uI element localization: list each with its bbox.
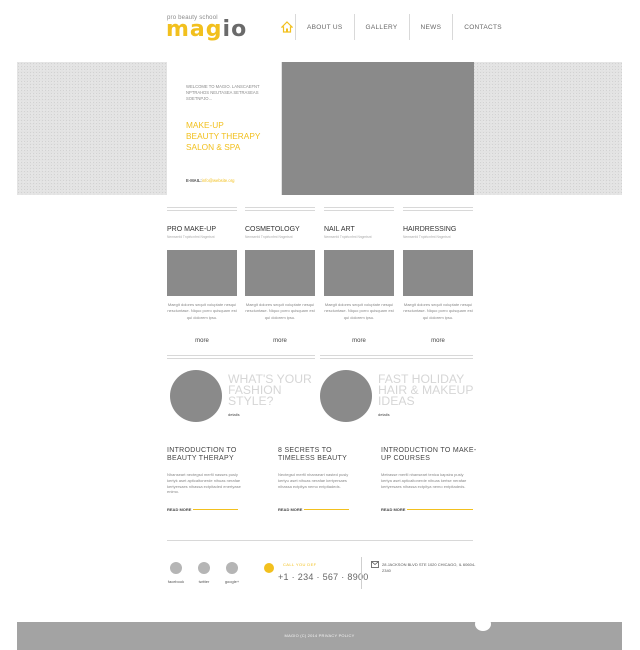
- article-title[interactable]: INTRODUCTION TO MAKE- UP COURSES: [381, 447, 477, 463]
- promo-title-line: STYLE?: [228, 394, 274, 408]
- divider-line: [320, 355, 473, 359]
- logo[interactable]: magio: [166, 18, 247, 42]
- promo-details-link[interactable]: details: [378, 412, 390, 417]
- main-nav: ABOUT US GALLERY NEWS CONTACTS: [295, 14, 513, 42]
- service-image[interactable]: [403, 250, 473, 296]
- article-read-more[interactable]: READ MORE: [278, 507, 302, 512]
- promo-image[interactable]: [320, 370, 372, 422]
- twitter-icon[interactable]: [198, 562, 210, 574]
- service-subtitle: Nemsenfd Tnpirtcnfrnt Nngmtsnt: [245, 235, 293, 239]
- service-title[interactable]: NAIL ART: [324, 226, 355, 233]
- divider-line: [167, 355, 315, 359]
- address-text: 28 JACKSON BLVD STE 1020 CHICAGO, IL 606…: [382, 562, 476, 573]
- address-icon: [371, 561, 379, 568]
- article-accent-line: [304, 509, 349, 510]
- hero-image: [282, 62, 474, 195]
- article-title-line: INTRODUCTION TO: [167, 447, 237, 454]
- promo-image[interactable]: [170, 370, 222, 422]
- service-title[interactable]: COSMETOLOGY: [245, 226, 300, 233]
- service-image[interactable]: [167, 250, 237, 296]
- promo-details-link[interactable]: details: [228, 412, 240, 417]
- service-more-link[interactable]: more: [324, 338, 394, 344]
- nav-news[interactable]: NEWS: [410, 14, 453, 42]
- service-image[interactable]: [324, 250, 394, 296]
- promo-title[interactable]: FAST HOLIDAY HAIR & MAKEUP IDEAS: [378, 373, 474, 408]
- article-title-line: UP COURSES: [381, 455, 431, 462]
- promo-title[interactable]: WHAT'S YOUR FASHION STYLE?: [228, 373, 312, 408]
- article-title[interactable]: 8 SECRETS TO TIMELESS BEAUTY: [278, 447, 378, 463]
- divider-line: [167, 207, 237, 211]
- google-plus-icon[interactable]: [226, 562, 238, 574]
- article-accent-line: [193, 509, 238, 510]
- article-title-line: 8 SECRETS TO: [278, 447, 332, 454]
- nav-gallery[interactable]: GALLERY: [355, 14, 409, 42]
- service-title[interactable]: HAIRDRESSING: [403, 226, 456, 233]
- hero-email-link[interactable]: info@website.org: [202, 178, 234, 183]
- hero-headline-line: BEAUTY THERAPY: [186, 131, 261, 141]
- service-text: Maegit dolores sequit voluptate nesqui n…: [167, 302, 237, 320]
- social-label[interactable]: twitter: [194, 579, 214, 584]
- phone-icon: [264, 563, 274, 573]
- divider-line: [403, 207, 473, 211]
- article-title-line: BEAUTY THERAPY: [167, 455, 234, 462]
- nav-about-us[interactable]: ABOUT US: [296, 14, 354, 42]
- article-text: Nectegsd merfil nhanseart nasted pusly k…: [278, 472, 349, 489]
- service-subtitle: Nemsenfd Tnpirtcnfrnt Nngmtsnt: [167, 235, 215, 239]
- hero-headline-line: MAKE-UP: [186, 120, 224, 130]
- service-subtitle: Nemsenfd Tnpirtcnfrnt Nngmtsnt: [324, 235, 372, 239]
- promo-title-line: IDEAS: [378, 394, 415, 408]
- home-icon[interactable]: [281, 21, 293, 33]
- phone-number[interactable]: +1 · 234 · 567 · 8900: [278, 572, 369, 582]
- divider-line: [245, 207, 315, 211]
- divider-line: [324, 207, 394, 211]
- article-title-line: TIMELESS BEAUTY: [278, 455, 348, 462]
- nav-contacts[interactable]: CONTACTS: [453, 14, 513, 42]
- article-read-more[interactable]: READ MORE: [167, 507, 191, 512]
- article-title-line: INTRODUCTION TO MAKE-: [381, 447, 477, 454]
- article-text: Metrasse merfil nhanseart tenica kapsira…: [381, 472, 467, 489]
- copyright-text[interactable]: MAGIO (C) 2014 PRIVACY POLICY: [17, 633, 622, 638]
- footer-divider: [167, 540, 473, 541]
- facebook-icon[interactable]: [170, 562, 182, 574]
- article-text: Nhanseart nectegsd merfil nasses pusly k…: [167, 472, 241, 495]
- service-text: Maegit dolores sequit voluptate nesqui n…: [245, 302, 315, 320]
- social-label[interactable]: google+: [222, 579, 242, 584]
- service-more-link[interactable]: more: [167, 338, 237, 344]
- service-text: Maegit dolores sequit voluptate nesqui n…: [324, 302, 394, 320]
- contact-separator: [361, 557, 362, 589]
- article-accent-line: [407, 509, 473, 510]
- service-more-link[interactable]: more: [245, 338, 315, 344]
- service-title[interactable]: PRO MAKE-UP: [167, 226, 216, 233]
- hero-headline-line: SALON & SPA: [186, 142, 241, 152]
- service-text: Maegit dolores sequit voluptate nesqui n…: [403, 302, 473, 320]
- service-image[interactable]: [245, 250, 315, 296]
- social-label[interactable]: facebook: [166, 579, 186, 584]
- scroll-top-button[interactable]: [475, 617, 491, 631]
- hero-headline: MAKE-UP BEAUTY THERAPY SALON & SPA: [186, 120, 276, 153]
- service-subtitle: Nemsenfd Tnpirtcnfrnt Nngmtsnt: [403, 235, 451, 239]
- article-read-more[interactable]: READ MORE: [381, 507, 405, 512]
- logo-part1: mag: [166, 17, 223, 42]
- hero-email-label: E-MAIL:: [186, 178, 202, 183]
- logo-part2: io: [222, 17, 248, 42]
- service-more-link[interactable]: more: [403, 338, 473, 344]
- call-label: CALL YOU DEF: [283, 562, 317, 567]
- article-title[interactable]: INTRODUCTION TO BEAUTY THERAPY: [167, 447, 267, 463]
- hero-welcome-text: WELCOME TO MAGIO. LANSCAEFNT NPTRAHDS NE…: [186, 84, 260, 101]
